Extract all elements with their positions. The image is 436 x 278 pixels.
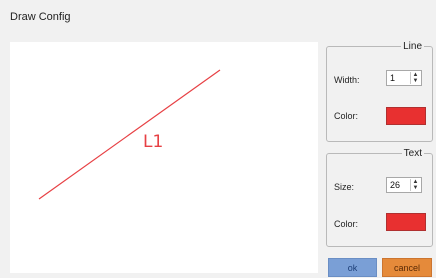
line-group-legend: Line	[403, 41, 422, 52]
text-color-label: Color:	[334, 219, 359, 229]
line-color-swatch[interactable]	[386, 107, 426, 125]
preview-svg	[38, 69, 221, 200]
spin-down-icon[interactable]: ▼	[411, 78, 420, 84]
text-size-value[interactable]: 26	[390, 180, 400, 190]
cancel-button[interactable]: cancel	[382, 258, 432, 277]
line-settings-group: Line	[326, 41, 433, 142]
drawn-line	[38, 69, 221, 200]
line-width-value[interactable]: 1	[390, 73, 395, 83]
dialog-title: Draw Config	[10, 11, 71, 23]
line-width-spinbox[interactable]: 1 ▲ ▼	[386, 70, 422, 86]
text-color-swatch[interactable]	[386, 213, 426, 231]
text-size-label: Size:	[334, 182, 355, 192]
preview-canvas[interactable]: L1	[10, 42, 318, 273]
ok-button[interactable]: ok	[328, 258, 377, 277]
line-width-label: Width:	[334, 75, 360, 85]
text-size-spinbox[interactable]: 26 ▲ ▼	[386, 177, 422, 193]
text-group-legend: Text	[403, 148, 422, 159]
line-label: L1	[143, 132, 164, 152]
spin-down-icon[interactable]: ▼	[411, 185, 420, 191]
text-settings-group: Text	[326, 148, 433, 247]
line-color-label: Color:	[334, 111, 359, 121]
